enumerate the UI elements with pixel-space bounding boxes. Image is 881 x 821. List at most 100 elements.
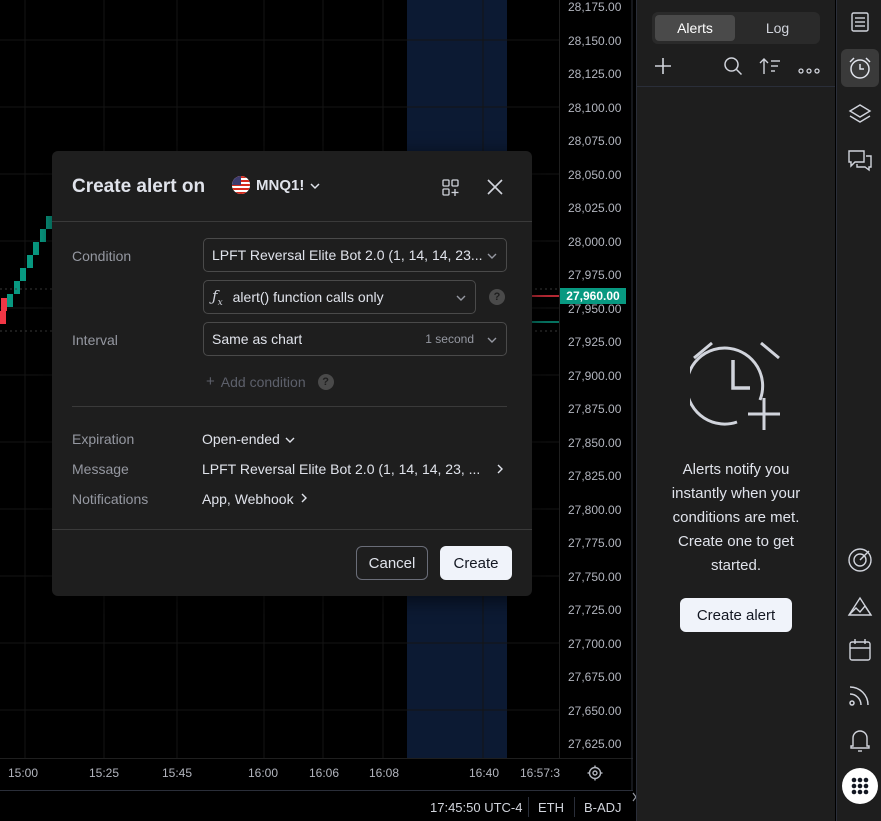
watchlist-icon[interactable] [841,3,879,41]
price-tick-label: 27,675.00 [568,670,622,684]
apps-icon[interactable] [842,768,878,804]
chevron-right-icon [496,462,504,478]
interval-select[interactable]: Same as chart 1 second [203,322,507,356]
condition-value: LPFT Reversal Elite Bot 2.0 (1, 14, 14, … [212,247,483,263]
alarm-clock-icon [685,338,784,437]
notifications-label: Notifications [72,491,149,507]
price-tick-label: 28,050.00 [568,167,622,182]
adjustment-label[interactable]: B-ADJ [584,800,622,815]
templates-icon[interactable] [441,178,461,203]
price-tick-label: 27,975.00 [568,268,622,282]
price-tick-label: 27,850.00 [568,435,622,450]
time-tick-label: 15:25 [89,766,120,780]
cancel-button[interactable]: Cancel [356,546,428,580]
hotlist-icon[interactable] [841,541,879,579]
symbol-selector[interactable]: MNQ1! [232,176,320,194]
help-icon[interactable]: ? [317,373,334,390]
interval-value: Same as chart [212,331,303,347]
alerts-panel: Alerts Log Alerts notify you instantly w… [636,0,835,821]
price-tick-label: 27,825.00 [568,469,622,483]
time-tick-label: 16:08 [369,766,400,780]
help-icon[interactable]: ? [489,289,505,305]
right-toolbar [836,0,881,821]
divider [52,221,532,222]
alert-clock-icon[interactable] [841,49,879,87]
price-tick-label: 28,175.00 [568,0,622,14]
session-label[interactable]: ETH [538,800,564,815]
add-condition-label: Add condition [220,373,306,390]
price-tick-label: 27,725.00 [568,603,622,617]
clock-readout[interactable]: 17:45:50 UTC-4 [430,800,523,815]
condition-label: Condition [72,248,132,264]
time-tick-label: 16:00 [248,766,279,780]
price-tick-label: 27,650.00 [568,703,622,718]
tab-log[interactable]: Log [738,15,817,41]
create-alert-dialog: Create alert on MNQ1! Condition LPFT Rev… [52,151,532,596]
divider [72,406,507,407]
expiration-value: Open-ended [202,431,280,447]
close-icon[interactable] [486,178,504,201]
message-value: LPFT Reversal Elite Bot 2.0 (1, 14, 14, … [202,461,481,477]
layers-icon[interactable] [841,95,879,133]
plus-icon: + [206,373,215,390]
price-tick-label: 27,875.00 [568,402,622,416]
symbol-label: MNQ1! [256,176,305,194]
chevron-down-icon [486,249,498,265]
more-icon[interactable] [798,62,820,80]
price-tick-label: 28,000.00 [568,234,622,249]
interval-hint: 1 second [425,332,474,346]
add-alert-icon[interactable] [653,56,673,81]
price-tick-label: 27,900.00 [568,368,622,383]
time-tick-label: 16:57:3 [520,766,561,780]
expiration-select[interactable]: Open-ended [202,431,295,447]
notifications-row[interactable]: App, Webhook [202,491,308,507]
price-tick-label: 28,100.00 [568,100,622,115]
condition-select[interactable]: LPFT Reversal Elite Bot 2.0 (1, 14, 14, … [203,238,507,272]
price-tick-label: 28,150.00 [568,33,622,48]
status-bar: 17:45:50 UTC-4 ETH B-ADJ [0,790,633,821]
interval-label: Interval [72,332,118,348]
chevron-down-icon [486,333,498,349]
chat-icon[interactable] [841,141,879,179]
dialog-title: Create alert on [72,176,206,197]
message-label: Message [72,461,129,477]
news-icon[interactable] [841,676,879,714]
price-tick-label: 27,625.00 [568,737,622,751]
calendar-icon[interactable] [841,631,879,669]
price-tick-label: 27,700.00 [568,636,622,651]
message-row[interactable]: LPFT Reversal Elite Bot 2.0 (1, 14, 14, … [202,461,504,480]
function-icon: ƒx [212,286,223,308]
time-tick-label: 16:06 [309,766,340,780]
expiration-label: Expiration [72,431,135,447]
notifications-icon[interactable] [841,721,879,759]
us-flag-icon [232,176,250,194]
notifications-value: App, Webhook [202,491,294,507]
price-tick-label: 27,775.00 [568,536,622,550]
search-icon[interactable] [723,56,743,81]
ideas-icon[interactable] [841,587,879,625]
condition-type-value: alert() function calls only [232,289,384,305]
price-tick-label: 28,025.00 [568,201,622,215]
create-button[interactable]: Create [440,546,512,580]
condition-type-select[interactable]: ƒx alert() function calls only [203,280,476,314]
divider [637,86,835,87]
tab-alerts[interactable]: Alerts [655,15,735,41]
sort-icon[interactable] [759,56,781,81]
time-tick-label: 15:00 [8,766,39,780]
price-tick-label: 27,800.00 [568,502,622,517]
current-price-label: 27,960.00 [560,288,626,304]
empty-state-message: Alerts notify you instantly when your co… [671,461,801,574]
divider [52,529,532,530]
chevron-right-icon [300,491,308,507]
time-tick-label: 16:40 [469,766,500,780]
price-tick-label: 27,750.00 [568,569,622,584]
chevron-down-icon [310,177,320,194]
time-tick-label: 15:45 [162,766,193,780]
chevron-down-icon [285,431,295,447]
chart-settings-icon[interactable] [587,765,603,786]
price-tick-label: 27,925.00 [568,335,622,349]
add-condition-button[interactable]: + Add condition ? [206,373,334,390]
alerts-tabs: Alerts Log [652,12,820,44]
price-tick-label: 28,075.00 [568,134,622,148]
create-alert-button[interactable]: Create alert [680,598,792,632]
